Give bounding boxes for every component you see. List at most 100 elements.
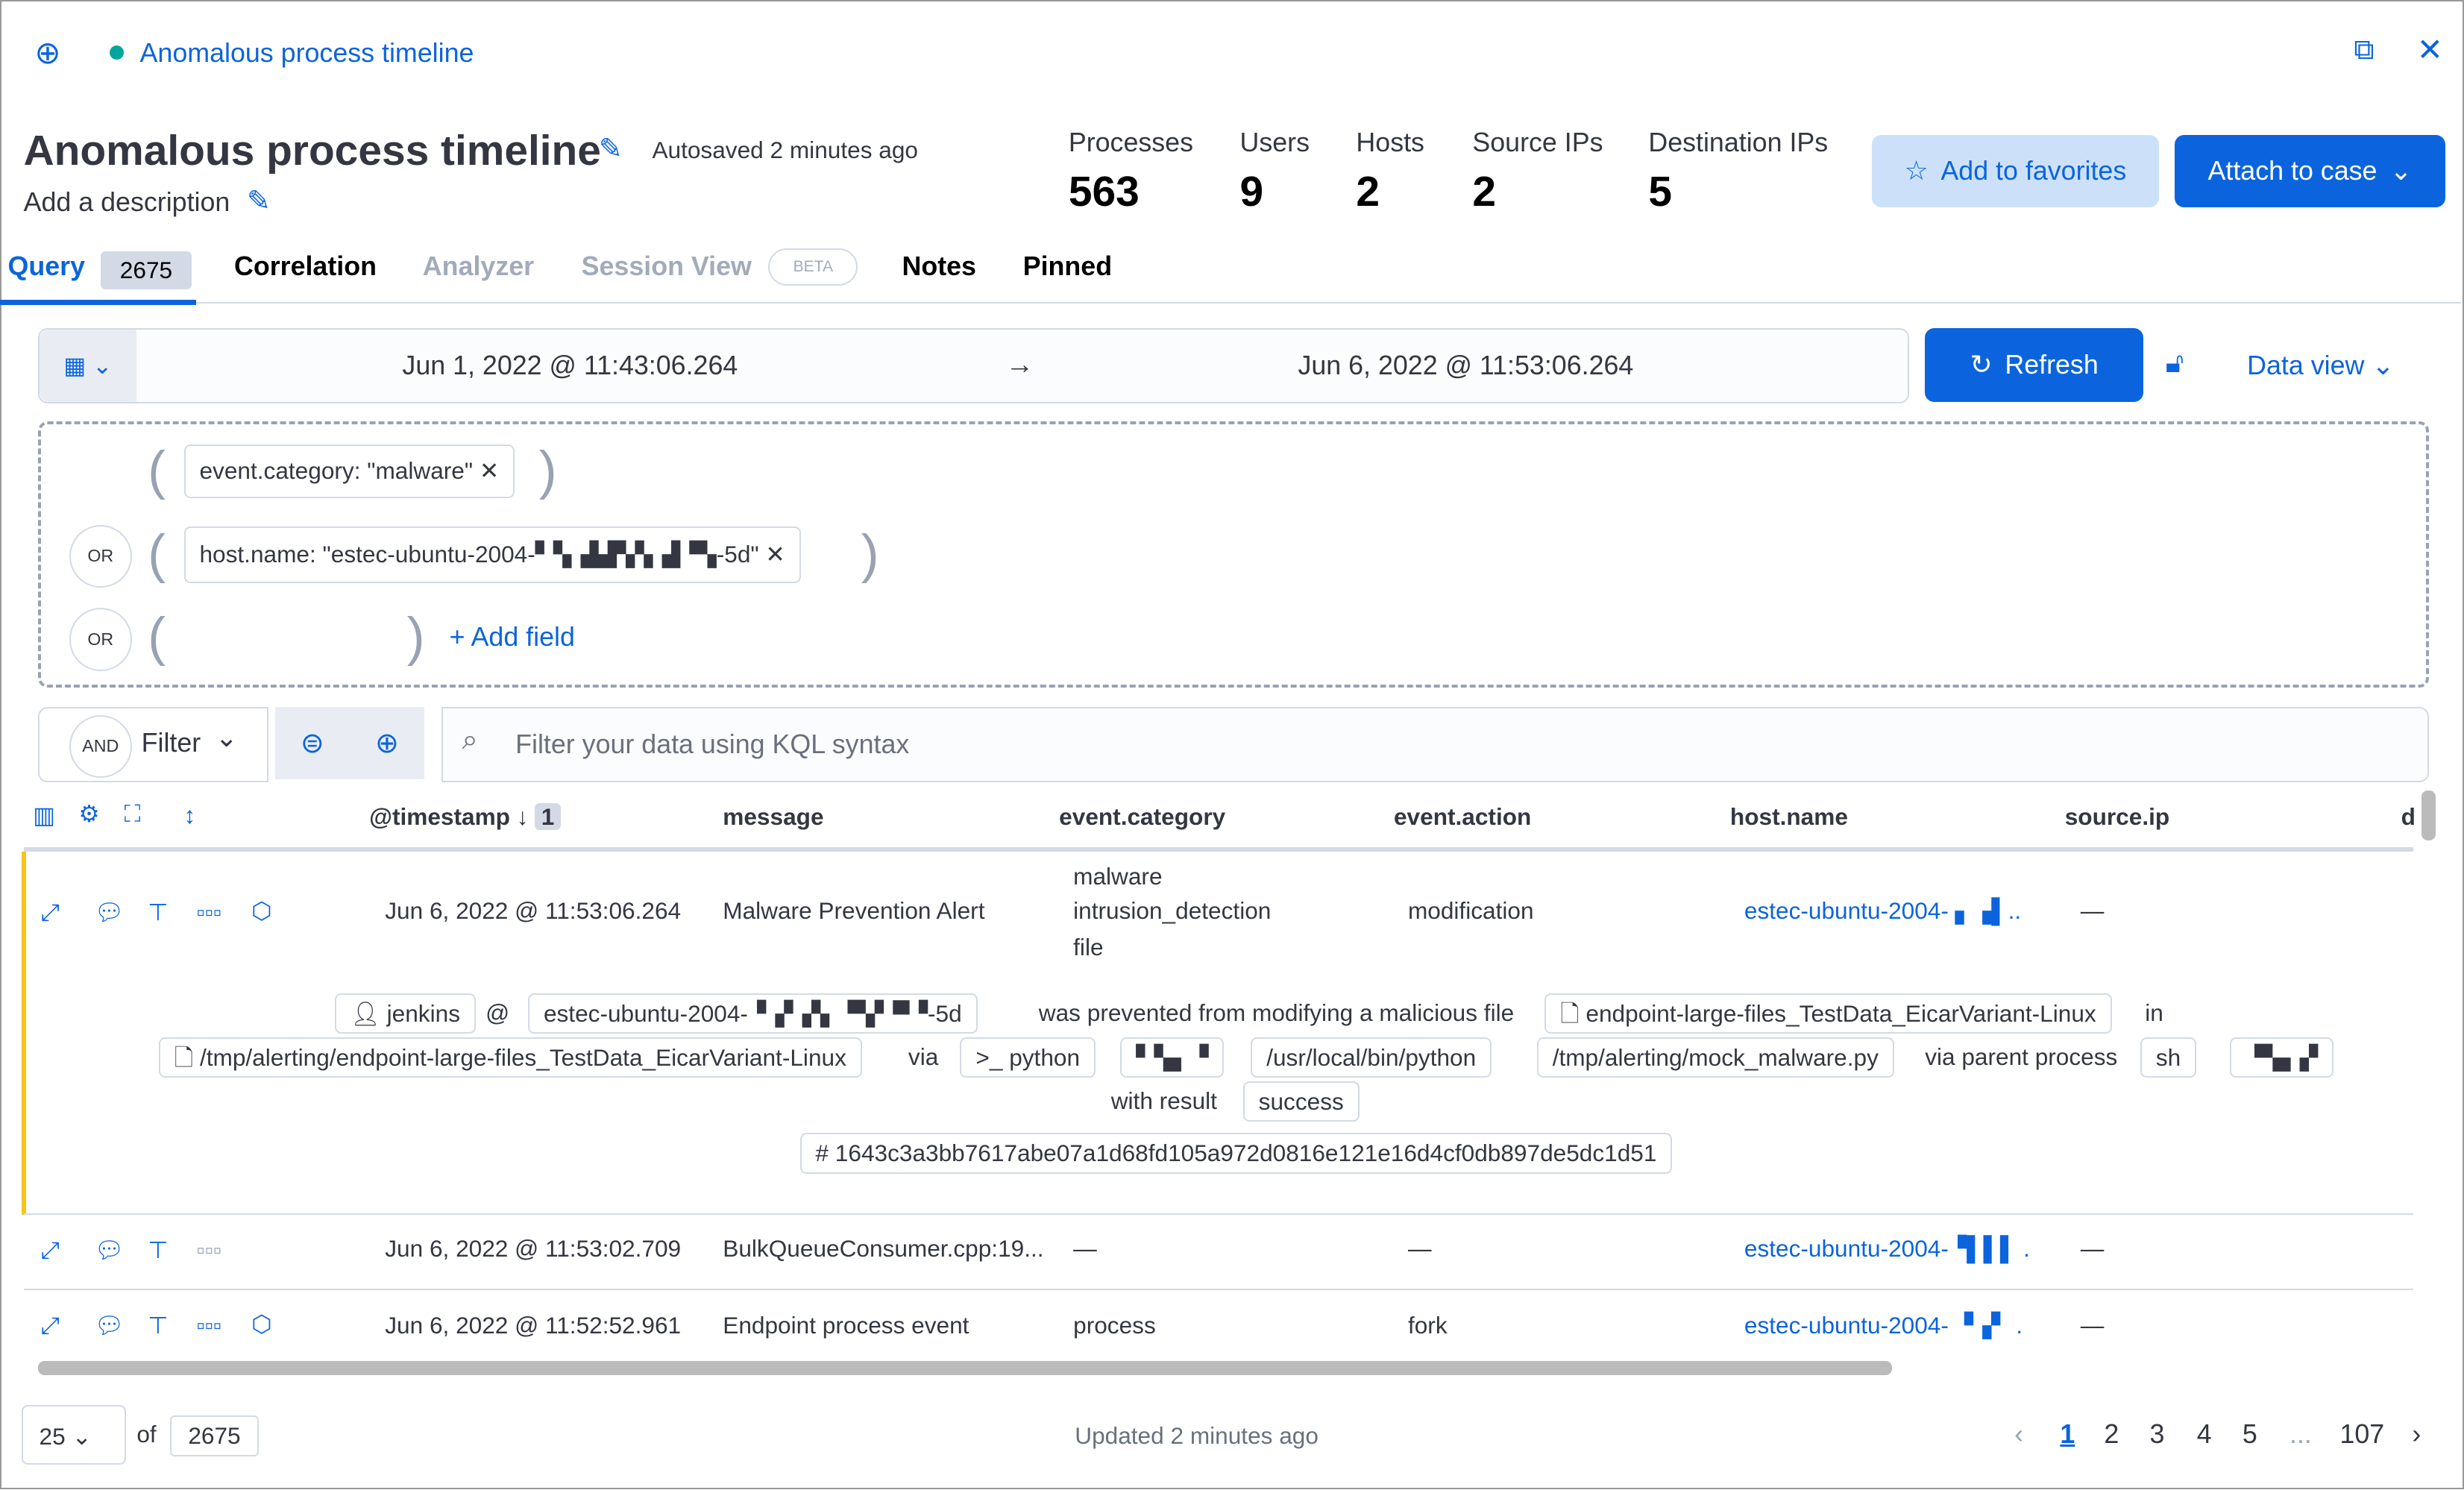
parent-process-chip[interactable]: sh: [2140, 1037, 2197, 1078]
expand-icon[interactable]: ⤢: [41, 1236, 60, 1265]
cell-category[interactable]: intrusion_detection: [1073, 897, 1271, 925]
page-107[interactable]: 107: [2339, 1419, 2384, 1450]
cell-category[interactable]: process: [1073, 1312, 1156, 1339]
row-height-icon[interactable]: ↕: [184, 802, 196, 829]
cell-message[interactable]: BulkQueueConsumer.cpp:19...: [723, 1235, 1043, 1263]
edit-description-icon[interactable]: ✎: [247, 184, 271, 218]
filter-label[interactable]: Filter: [142, 728, 201, 758]
file-path-chip[interactable]: 🗋︎ /tmp/alerting/endpoint-large-files_Te…: [158, 1037, 862, 1078]
cell-timestamp[interactable]: Jun 6, 2022 @ 11:53:02.709: [385, 1235, 681, 1263]
more-icon[interactable]: ▫▫▫: [196, 1236, 221, 1264]
page-2[interactable]: 2: [2104, 1419, 2119, 1450]
cell-category[interactable]: —: [1073, 1235, 1097, 1263]
horizontal-scrollbar[interactable]: [37, 1360, 1892, 1375]
column-header-host-name[interactable]: host.name: [1730, 803, 1848, 831]
cell-category[interactable]: malware: [1073, 863, 1162, 890]
next-page-icon[interactable]: ›: [2412, 1419, 2421, 1450]
fields-browser-icon[interactable]: ▥: [33, 802, 55, 829]
pin-icon[interactable]: ⊤: [148, 899, 169, 926]
pin-icon[interactable]: ⊤: [148, 1236, 169, 1264]
comment-icon[interactable]: 💬︎: [94, 899, 124, 926]
cell-timestamp[interactable]: Jun 6, 2022 @ 11:52:52.961: [385, 1312, 681, 1339]
cell-source-ip[interactable]: —: [2081, 897, 2105, 925]
analyze-event-icon[interactable]: ⬡: [251, 897, 272, 925]
cell-message[interactable]: Endpoint process event: [723, 1312, 969, 1339]
data-view-button[interactable]: Data view ⌄: [2247, 351, 2394, 381]
pid-chip[interactable]: ▘▚▖▝: [1120, 1037, 1225, 1078]
hash-chip[interactable]: # 1643c3a3bb7617abe07a1d68fd105a972d0816…: [799, 1133, 1673, 1174]
expand-icon[interactable]: ⤢: [41, 1312, 60, 1340]
column-header-message[interactable]: message: [723, 803, 823, 831]
tab-session-view[interactable]: Session View: [582, 251, 752, 282]
attach-to-case-button[interactable]: Attach to case ⌄: [2175, 135, 2445, 208]
breadcrumb-title[interactable]: Anomalous process timeline: [140, 38, 474, 69]
prev-page-icon[interactable]: ‹: [2014, 1419, 2023, 1450]
host-chip[interactable]: estec-ubuntu-2004-▝▗▘▞▖▝▚▘▀▝-5d: [527, 993, 978, 1034]
at-text: @: [485, 999, 510, 1027]
page-4[interactable]: 4: [2197, 1419, 2212, 1450]
provider-chip[interactable]: host.name: "estec-ubuntu-2004-▘▚▗▙▛▞▖▟▝▚…: [183, 526, 801, 583]
add-timeline-icon[interactable]: ⊕: [34, 34, 60, 71]
lock-icon[interactable]: 🔓︎: [2166, 348, 2184, 380]
group-close-paren: ): [538, 440, 557, 500]
filter-menu-icon[interactable]: ⊜: [301, 726, 324, 760]
close-icon[interactable]: ✕: [2417, 31, 2443, 68]
column-header-source-ip[interactable]: source.ip: [2065, 803, 2169, 831]
ppid-chip[interactable]: ▝▚▖▞: [2229, 1037, 2334, 1078]
file-chip[interactable]: 🗋︎ endpoint-large-files_TestData_EicarVa…: [1544, 993, 2112, 1034]
column-header-event-action[interactable]: event.action: [1394, 803, 1531, 831]
inspect-icon[interactable]: ⧉: [2354, 34, 2374, 66]
column-header-timestamp[interactable]: @timestamp ↓ 1: [369, 802, 561, 831]
tab-correlation[interactable]: Correlation: [234, 251, 377, 282]
add-filter-icon[interactable]: ⊕: [375, 726, 399, 760]
cell-category[interactable]: file: [1073, 934, 1103, 961]
cell-action[interactable]: —: [1408, 1235, 1432, 1263]
column-header-event-category[interactable]: event.category: [1059, 803, 1225, 831]
process-chip[interactable]: >_ python: [960, 1037, 1096, 1078]
cell-host[interactable]: estec-ubuntu-2004-▝▌▌▌ .: [1744, 1235, 2030, 1263]
page-3[interactable]: 3: [2150, 1419, 2165, 1450]
more-icon[interactable]: ▫▫▫: [196, 899, 221, 926]
add-to-favorites-button[interactable]: ☆ Add to favorites: [1871, 135, 2160, 208]
rows-per-page-select[interactable]: 25 ⌄: [22, 1404, 126, 1465]
cell-host[interactable]: estec-ubuntu-2004- ▝▗▘ .: [1744, 1312, 2023, 1339]
cell-host[interactable]: estec-ubuntu-2004- ▖▗▌..: [1744, 897, 2021, 925]
description[interactable]: Add a description: [24, 187, 230, 218]
refresh-button[interactable]: ↻ Refresh: [1925, 328, 2144, 403]
tab-pinned[interactable]: Pinned: [1023, 251, 1112, 282]
expand-icon[interactable]: ⤢: [41, 899, 60, 927]
executable-chip[interactable]: /usr/local/bin/python: [1251, 1037, 1492, 1078]
cell-action[interactable]: modification: [1408, 897, 1534, 925]
page-1[interactable]: 1: [2060, 1419, 2075, 1450]
cell-source-ip[interactable]: —: [2081, 1235, 2105, 1263]
tab-notes[interactable]: Notes: [902, 251, 976, 282]
tab-analyzer[interactable]: Analyzer: [423, 251, 534, 282]
comment-icon[interactable]: 💬︎: [94, 1236, 124, 1264]
gear-icon[interactable]: ⚙: [78, 800, 99, 828]
comment-icon[interactable]: 💬︎: [94, 1312, 124, 1339]
page-ellipsis: ...: [2289, 1418, 2312, 1449]
cell-source-ip[interactable]: —: [2081, 1312, 2105, 1339]
result-chip[interactable]: success: [1242, 1081, 1360, 1122]
cell-message[interactable]: Malware Prevention Alert: [723, 897, 984, 925]
args-chip[interactable]: /tmp/alerting/mock_malware.py: [1536, 1037, 1894, 1078]
vertical-scrollbar[interactable]: [2421, 790, 2436, 841]
column-header-more[interactable]: d: [2401, 803, 2416, 831]
user-chip[interactable]: 👤︎ jenkins: [334, 993, 476, 1034]
edit-title-icon[interactable]: ✎: [599, 132, 623, 166]
fullscreen-icon[interactable]: ⛶: [124, 800, 140, 829]
cell-timestamp[interactable]: Jun 6, 2022 @ 11:53:06.264: [385, 897, 681, 925]
pin-icon[interactable]: ⊤: [148, 1312, 169, 1339]
page-5[interactable]: 5: [2243, 1419, 2257, 1450]
quick-menu-button[interactable]: ▦ ⌄: [39, 330, 137, 403]
more-icon[interactable]: ▫▫▫: [196, 1312, 221, 1339]
cell-action[interactable]: fork: [1408, 1312, 1448, 1339]
start-date[interactable]: Jun 1, 2022 @ 11:43:06.264: [402, 351, 738, 381]
analyze-event-icon[interactable]: ⬡: [251, 1310, 272, 1338]
tab-query[interactable]: Query: [8, 251, 86, 282]
row-divider: [23, 1288, 2414, 1290]
end-date[interactable]: Jun 6, 2022 @ 11:53:06.264: [1298, 351, 1633, 381]
provider-chip[interactable]: event.category: "malware" ✕: [183, 444, 515, 498]
group-open-paren: (: [148, 524, 166, 584]
add-field-button[interactable]: + Add field: [450, 622, 575, 653]
